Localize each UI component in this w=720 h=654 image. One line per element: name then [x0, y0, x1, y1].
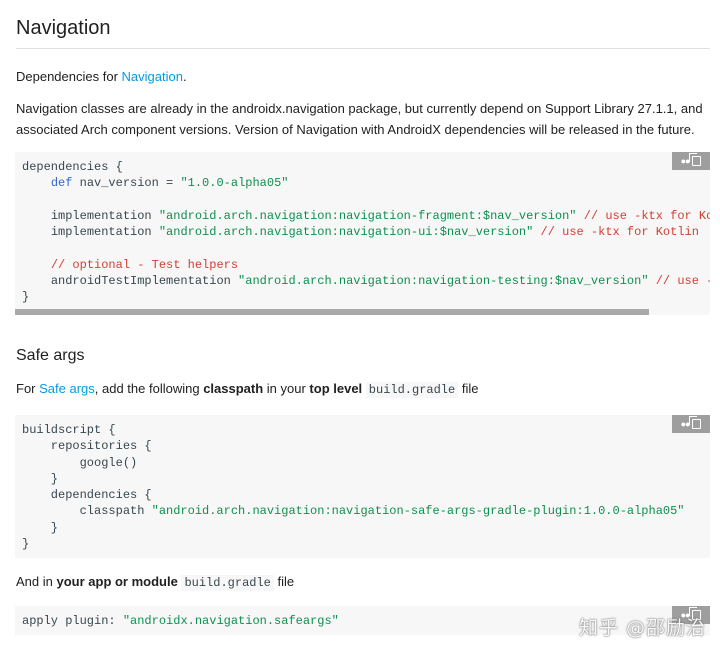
code-string: "1.0.0-alpha05": [180, 176, 289, 191]
copy-button[interactable]: ●●: [672, 152, 710, 170]
intro-text: , add the following: [94, 381, 204, 396]
code-line: }: [22, 471, 59, 486]
app-module-intro: And in your app or module build.gradle f…: [16, 571, 720, 594]
code-keyword: def: [50, 176, 73, 191]
app-module-bold: your app or module: [56, 574, 178, 589]
code-line: repositories {: [22, 439, 152, 454]
intro-text: in your: [263, 381, 310, 396]
code-line: }: [22, 537, 30, 552]
code-line: apply plugin:: [22, 614, 123, 628]
code-string: "androidx.navigation.safeargs": [122, 614, 339, 628]
code-string: "android.arch.navigation:navigation-test…: [238, 274, 649, 289]
buildscript-code-block: buildscript { repositories { google() } …: [15, 415, 710, 558]
code-line: androidTestImplementation: [50, 274, 239, 289]
intro-text: For: [16, 381, 40, 396]
safe-args-heading: Safe args: [16, 347, 85, 364]
code-line: classpath: [22, 504, 152, 519]
code-comment: // use -ktx for Kotlin: [583, 208, 710, 223]
safe-args-intro: For Safe args, add the following classpa…: [16, 378, 720, 401]
watermark: 知乎 @邵励治: [578, 617, 706, 639]
code-line: google(): [22, 455, 138, 470]
intro-text: And in: [16, 574, 57, 589]
code-line: nav_version =: [72, 176, 181, 191]
code-line: dependencies {: [22, 160, 123, 174]
copy-icon: [689, 416, 702, 429]
safe-args-link[interactable]: Safe args: [39, 381, 95, 396]
code-string: "android.arch.navigation:navigation-safe…: [151, 504, 685, 519]
horizontal-scrollbar[interactable]: [15, 309, 649, 315]
code-line: implementation: [50, 225, 159, 240]
code-text: buildscript { repositories { google() } …: [15, 415, 710, 552]
classpath-bold: classpath: [203, 381, 264, 396]
intro-text: file: [458, 381, 479, 396]
page-content: Navigation Dependencies for Navigation. …: [0, 0, 720, 635]
code-comment: // use -ktx for Kotlin: [533, 225, 699, 240]
navigation-code-block: dependencies { def nav_version = "1.0.0-…: [15, 152, 710, 315]
copy-button[interactable]: ●●: [672, 415, 710, 433]
build-gradle-code: build.gradle: [365, 382, 459, 398]
code-line: dependencies {: [22, 488, 152, 503]
code-string: "android.arch.navigation:navigation-frag…: [158, 208, 577, 223]
intro-text: Dependencies for: [16, 69, 122, 84]
top-level-bold: top level: [309, 381, 363, 396]
build-gradle-code: build.gradle: [181, 575, 274, 591]
code-line: buildscript {: [22, 423, 116, 437]
code-string: "android.arch.navigation:navigation-ui:$…: [158, 225, 534, 240]
navigation-heading: Navigation: [16, 0, 710, 49]
copy-icon: [689, 153, 702, 166]
intro-period: .: [182, 69, 187, 84]
code-line: implementation: [50, 208, 159, 223]
toggle-icon: ●●: [680, 418, 691, 429]
code-text: dependencies { def nav_version = "1.0.0-…: [15, 152, 710, 306]
code-comment: // optional - Test helpers: [50, 257, 239, 272]
navigation-description: Navigation classes are already in the an…: [16, 101, 703, 137]
code-line: }: [22, 520, 59, 535]
toggle-icon: ●●: [680, 155, 691, 166]
dependencies-intro: Dependencies for Navigation.: [16, 66, 720, 87]
navigation-link[interactable]: Navigation: [122, 69, 183, 84]
intro-text: file: [273, 574, 295, 589]
code-line: }: [22, 290, 30, 305]
code-comment: // use -ktx for Kotlin: [655, 274, 710, 289]
